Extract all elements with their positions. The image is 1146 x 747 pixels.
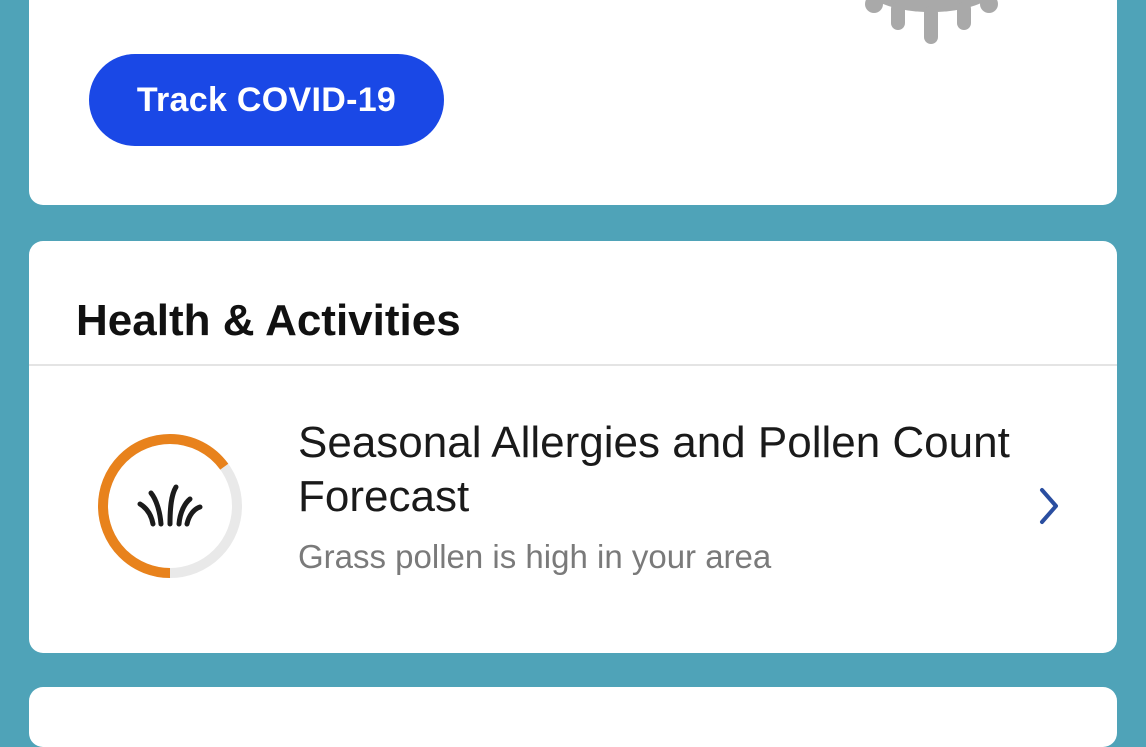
section-title: Health & Activities [76, 296, 461, 345]
grass-icon [137, 484, 203, 527]
allergy-forecast-item[interactable]: Seasonal Allergies and Pollen Count Fore… [29, 366, 1117, 653]
allergy-title: Seasonal Allergies and Pollen Count Fore… [298, 418, 1010, 521]
track-covid-button[interactable]: Track COVID-19 [89, 54, 444, 146]
chevron-right-icon[interactable] [1034, 484, 1064, 528]
allergy-subtitle: Grass pollen is high in your area [298, 538, 772, 575]
health-activities-card: Health & Activities Seasonal Allergies a… [29, 241, 1117, 653]
pollen-gauge [98, 434, 242, 578]
virus-icon [865, 0, 998, 44]
covid-card: Track COVID-19 [29, 0, 1117, 205]
next-card [29, 687, 1117, 747]
